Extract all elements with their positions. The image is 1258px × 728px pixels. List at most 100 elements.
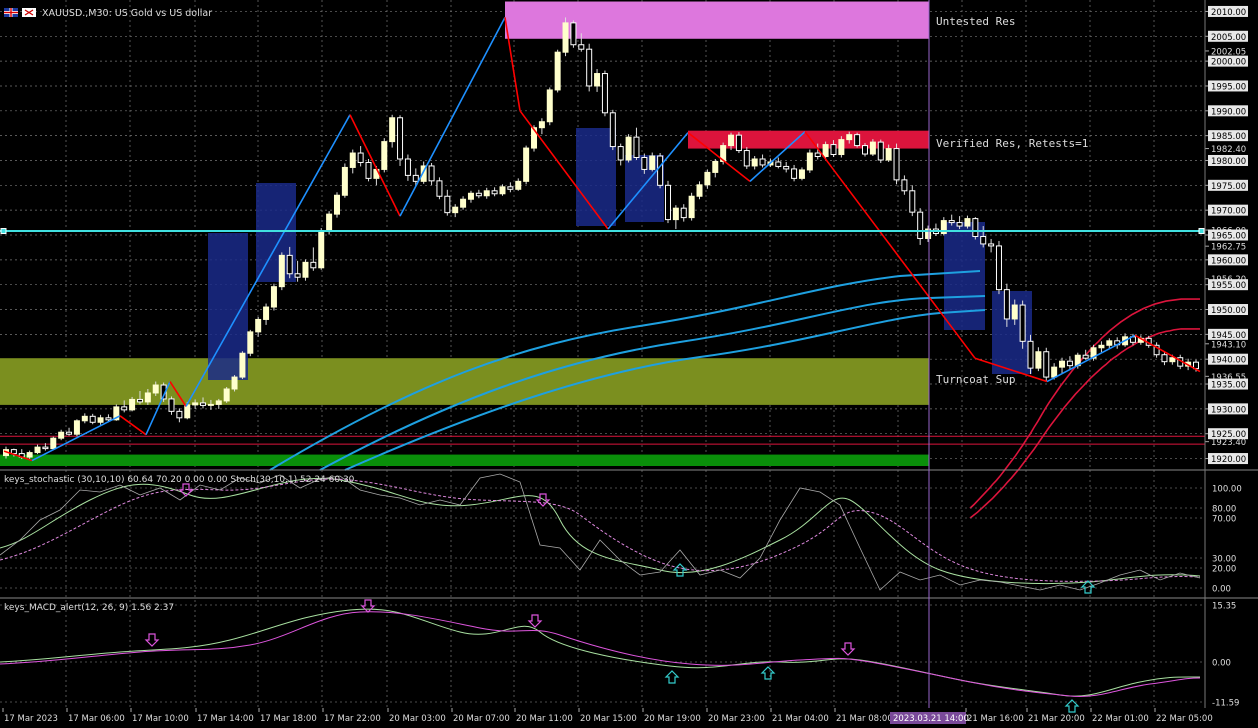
candle — [223, 387, 230, 403]
candle-body — [846, 134, 853, 141]
candle-body — [601, 73, 608, 114]
candle — [735, 132, 742, 154]
stochastic-axis-label: 100.00 — [1212, 485, 1242, 495]
candle-body — [58, 431, 65, 439]
close-icon[interactable] — [22, 8, 36, 17]
candle-body — [270, 286, 277, 308]
time-label: 21 Mar 08:00 — [836, 714, 893, 724]
price-label: 1975.00 — [1211, 182, 1246, 192]
time-label: 20 Mar 19:00 — [644, 714, 701, 724]
time-label: 20 Mar 07:00 — [453, 714, 510, 724]
candle-body — [381, 141, 388, 170]
candle — [318, 228, 325, 270]
candle — [972, 217, 979, 240]
price-label: 1962.75 — [1211, 243, 1246, 253]
candle-body — [1043, 351, 1050, 378]
candle-body — [712, 160, 719, 173]
candle — [129, 396, 136, 412]
candle-body — [475, 192, 482, 197]
candle-body — [523, 147, 530, 182]
candle-body — [286, 254, 293, 275]
candle-body — [207, 403, 214, 406]
candle-body — [1082, 354, 1089, 359]
candle-body — [570, 22, 577, 46]
candle — [1019, 300, 1026, 349]
candle-body — [869, 141, 876, 155]
candle — [333, 192, 340, 218]
candle-body — [223, 388, 230, 402]
price-label: 1990.00 — [1211, 107, 1246, 117]
candle — [341, 163, 348, 198]
candle-body — [247, 331, 254, 354]
level-line-handle-left[interactable] — [0, 228, 7, 235]
candle — [247, 329, 254, 357]
time-label: 22 Mar 01:00 — [1092, 714, 1149, 724]
candle-body — [862, 145, 869, 155]
candle-body — [649, 155, 656, 170]
candle-body — [893, 148, 900, 181]
candle-body — [641, 157, 648, 170]
uk-flag-icon — [4, 8, 18, 17]
candle-body — [66, 431, 73, 435]
candle — [664, 180, 671, 224]
time-label: 21 Mar 04:00 — [772, 714, 829, 724]
candle — [609, 109, 616, 151]
candle-body — [34, 446, 41, 454]
candle — [302, 259, 309, 281]
candle-body — [988, 243, 995, 247]
time-label: 17 Mar 18:00 — [260, 714, 317, 724]
time-label: 20 Mar 11:00 — [516, 714, 573, 724]
candle-body — [168, 398, 175, 412]
candle — [601, 70, 608, 117]
candle — [365, 158, 372, 182]
candle-body — [735, 134, 742, 152]
candle-body — [696, 184, 703, 197]
price-label: 1995.00 — [1211, 82, 1246, 92]
candle — [231, 375, 238, 392]
candle-body — [192, 402, 199, 406]
candle-body — [664, 184, 671, 221]
candle-body — [129, 398, 136, 411]
candle-body — [972, 218, 979, 237]
price-label: 1930.00 — [1211, 405, 1246, 415]
price-label: 1960.00 — [1211, 256, 1246, 266]
time-label: 17 Mar 06:00 — [68, 714, 125, 724]
candle-body — [302, 261, 309, 278]
candle-body — [184, 404, 191, 419]
candle-body — [901, 179, 908, 192]
candle — [869, 139, 876, 157]
candle-body — [1169, 357, 1176, 363]
candle-body — [73, 420, 80, 435]
stochastic-axis-label: 70.00 — [1212, 515, 1236, 525]
candle-body — [294, 273, 301, 278]
candle-body — [436, 180, 443, 197]
candle — [239, 351, 246, 380]
candle-body — [152, 384, 159, 394]
price-label: 1970.00 — [1211, 207, 1246, 217]
candle-body — [633, 136, 640, 159]
candle — [893, 143, 900, 185]
candle-body — [854, 134, 861, 147]
candle-body — [397, 117, 404, 160]
candle — [270, 283, 277, 311]
candle-body — [200, 402, 207, 406]
candle — [1043, 347, 1050, 382]
level-line-handle-right[interactable] — [1198, 228, 1205, 235]
candle-body — [948, 220, 955, 224]
candle-body — [609, 112, 616, 148]
candle — [397, 115, 404, 166]
untested-res-label: Untested Res — [936, 15, 1015, 28]
trend-box — [944, 222, 985, 330]
candle-body — [798, 169, 805, 179]
time-label: 20 Mar 23:00 — [708, 714, 765, 724]
candle — [657, 153, 664, 189]
candle — [554, 49, 561, 93]
candle-body — [444, 195, 451, 214]
candle-body — [239, 352, 246, 378]
cursor-time-label: 2023.03.21 14:00 — [893, 714, 969, 724]
candle-body — [885, 148, 892, 161]
candle-body — [688, 195, 695, 219]
time-label: 21 Mar 20:00 — [1028, 714, 1085, 724]
candle-body — [452, 206, 459, 214]
stochastic-axis-label: 30.00 — [1212, 555, 1236, 565]
